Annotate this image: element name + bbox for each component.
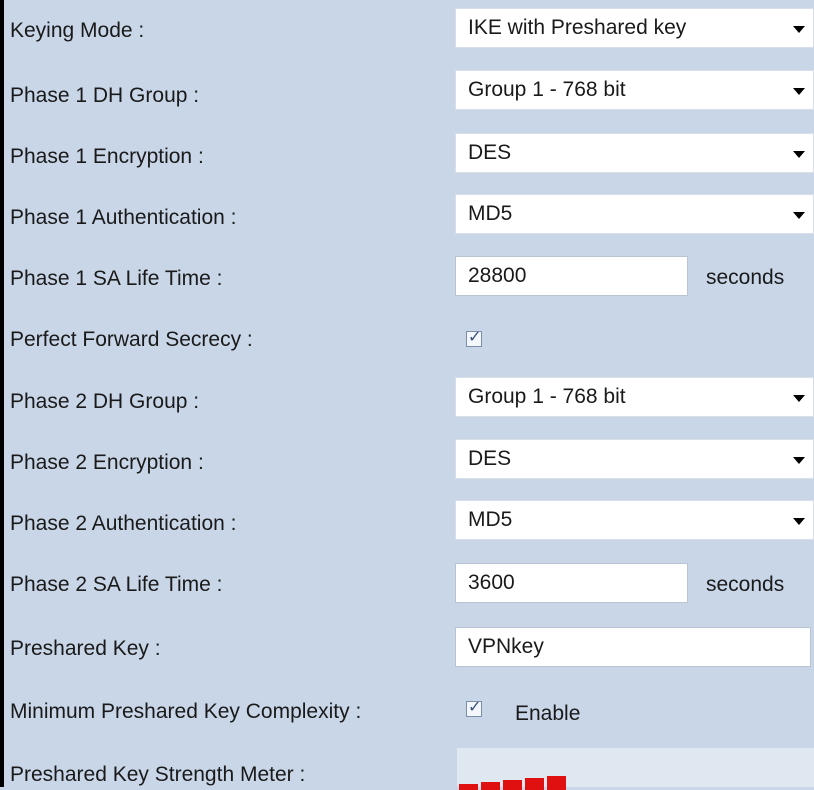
phase1-encryption-value: DES <box>468 141 512 164</box>
phase2-authentication-value: MD5 <box>468 508 513 531</box>
phase2-sa-life-time-input[interactable]: 3600 <box>455 563 688 603</box>
preshared-key-value: VPNkey <box>468 635 544 658</box>
checkmark-icon: ✓ <box>468 329 482 346</box>
chevron-down-icon <box>793 88 805 95</box>
phase2-dh-group-select[interactable]: Group 1 - 768 bit <box>455 377 814 417</box>
phase2-sa-life-time-value: 3600 <box>468 571 515 594</box>
phase2-encryption-label: Phase 2 Encryption : <box>10 451 204 474</box>
phase2-dh-group-label: Phase 2 DH Group : <box>10 390 200 413</box>
chevron-down-icon <box>793 26 805 33</box>
phase1-sa-life-time-value: 28800 <box>468 264 527 287</box>
keying-mode-label: Keying Mode : <box>10 19 145 42</box>
chevron-down-icon <box>793 457 805 464</box>
preshared-key-label: Preshared Key : <box>10 637 161 660</box>
phase2-encryption-value: DES <box>468 447 512 470</box>
panel-left-border <box>0 0 4 787</box>
phase1-encryption-label: Phase 1 Encryption : <box>10 145 204 168</box>
strength-meter-bar-1 <box>459 784 478 790</box>
min-key-complexity-label: Minimum Preshared Key Complexity : <box>10 700 362 723</box>
phase1-dh-group-value: Group 1 - 768 bit <box>468 78 626 101</box>
phase2-authentication-label: Phase 2 Authentication : <box>10 512 237 535</box>
strength-meter-label: Preshared Key Strength Meter : <box>10 763 306 786</box>
chevron-down-icon <box>793 395 805 402</box>
phase1-encryption-select[interactable]: DES <box>455 133 814 173</box>
phase1-sa-life-time-input[interactable]: 28800 <box>455 256 688 296</box>
phase1-sa-life-time-label: Phase 1 SA Life Time : <box>10 267 223 290</box>
keying-mode-value: IKE with Preshared key <box>468 16 687 39</box>
min-key-complexity-checkbox[interactable]: ✓ <box>466 699 482 717</box>
strength-meter-bar-5 <box>547 776 566 790</box>
phase2-encryption-select[interactable]: DES <box>455 439 814 479</box>
pfs-label: Perfect Forward Secrecy : <box>10 328 253 351</box>
keying-mode-select[interactable]: IKE with Preshared key <box>455 8 814 48</box>
preshared-key-input[interactable]: VPNkey <box>455 627 811 667</box>
phase1-sa-life-time-unit: seconds <box>706 266 785 289</box>
phase1-dh-group-label: Phase 1 DH Group : <box>10 84 200 107</box>
pfs-checkbox[interactable]: ✓ <box>466 329 482 347</box>
phase2-sa-life-time-label: Phase 2 SA Life Time : <box>10 573 223 596</box>
phase1-authentication-select[interactable]: MD5 <box>455 194 814 234</box>
chevron-down-icon <box>793 212 805 219</box>
strength-meter-bar-2 <box>481 782 500 790</box>
strength-meter-bar-3 <box>503 780 522 790</box>
min-key-complexity-enable-label: Enable <box>515 702 581 725</box>
checkmark-icon: ✓ <box>468 699 482 716</box>
vpn-settings-panel: Keying Mode : IKE with Preshared key Pha… <box>0 0 814 790</box>
phase2-authentication-select[interactable]: MD5 <box>455 500 814 540</box>
phase1-authentication-value: MD5 <box>468 202 513 225</box>
chevron-down-icon <box>793 518 805 525</box>
phase1-authentication-label: Phase 1 Authentication : <box>10 206 237 229</box>
chevron-down-icon <box>793 151 805 158</box>
strength-meter-bar-4 <box>525 778 544 790</box>
phase1-dh-group-select[interactable]: Group 1 - 768 bit <box>455 70 814 110</box>
phase2-dh-group-value: Group 1 - 768 bit <box>468 385 626 408</box>
phase2-sa-life-time-unit: seconds <box>706 573 785 596</box>
